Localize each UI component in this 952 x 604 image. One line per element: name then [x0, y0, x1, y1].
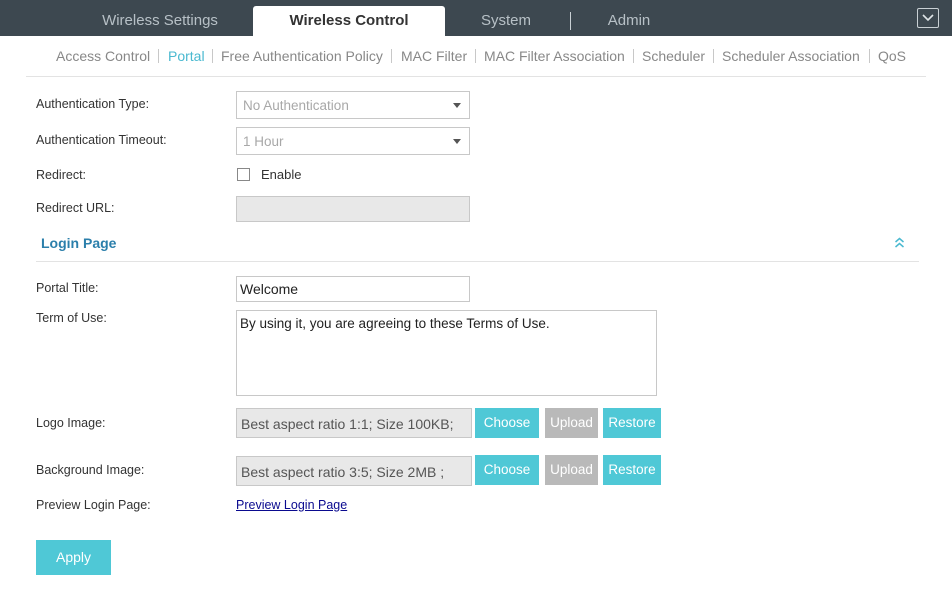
dropdown-arrow-icon [453, 139, 461, 144]
auth-timeout-value: 1 Hour [243, 134, 284, 149]
auth-type-value: No Authentication [243, 98, 349, 113]
tab-divider [570, 12, 571, 30]
portal-title-label: Portal Title: [36, 281, 99, 295]
redirect-label: Redirect: [36, 168, 87, 182]
subnav-mac-filter[interactable]: MAC Filter [401, 48, 467, 64]
subnav-divider [391, 49, 392, 63]
sub-navigation: Access Control Portal Free Authenticatio… [0, 36, 952, 76]
background-restore-button[interactable]: Restore [603, 455, 661, 485]
tab-wireless-control[interactable]: Wireless Control [253, 6, 445, 36]
subnav-divider [869, 49, 870, 63]
login-page-section-title: Login Page [41, 235, 117, 251]
subnav-divider [158, 49, 159, 63]
background-image-hint: Best aspect ratio 3:5; Size 2MB ; [241, 464, 445, 480]
background-upload-button[interactable]: Upload [545, 455, 598, 485]
redirect-enable-checkbox[interactable] [237, 168, 250, 181]
logo-image-file-field: Best aspect ratio 1:1; Size 100KB; [236, 408, 472, 438]
subnav-divider-line [26, 76, 926, 77]
auth-timeout-select[interactable]: 1 Hour [236, 127, 470, 155]
logo-upload-button[interactable]: Upload [545, 408, 598, 438]
subnav-divider [212, 49, 213, 63]
tab-admin[interactable]: Admin [589, 6, 669, 36]
logo-restore-button[interactable]: Restore [603, 408, 661, 438]
subnav-portal[interactable]: Portal [168, 48, 205, 64]
logo-image-label: Logo Image: [36, 416, 106, 430]
subnav-access-control[interactable]: Access Control [56, 48, 150, 64]
background-image-label: Background Image: [36, 463, 145, 477]
tab-wireless-settings[interactable]: Wireless Settings [70, 6, 250, 36]
auth-type-select[interactable]: No Authentication [236, 91, 470, 119]
menu-dropdown-button[interactable] [917, 8, 939, 28]
term-of-use-textarea[interactable]: By using it, you are agreeing to these T… [236, 310, 657, 396]
auth-type-label: Authentication Type: [36, 97, 150, 111]
subnav-divider [713, 49, 714, 63]
preview-login-page-link[interactable]: Preview Login Page [236, 498, 347, 512]
portal-title-input[interactable] [236, 276, 470, 302]
section-divider [36, 261, 919, 262]
background-image-file-field: Best aspect ratio 3:5; Size 2MB ; [236, 456, 472, 486]
subnav-mac-filter-association[interactable]: MAC Filter Association [484, 48, 625, 64]
logo-image-hint: Best aspect ratio 1:1; Size 100KB; [241, 416, 454, 432]
subnav-divider [633, 49, 634, 63]
subnav-scheduler[interactable]: Scheduler [642, 48, 705, 64]
redirect-url-input [236, 196, 470, 222]
chevron-down-icon [922, 14, 934, 22]
tab-system[interactable]: System [456, 6, 556, 36]
top-navigation-bar: Wireless Settings Wireless Control Syste… [0, 0, 952, 36]
subnav-qos[interactable]: QoS [878, 48, 906, 64]
logo-choose-button[interactable]: Choose [475, 408, 539, 438]
redirect-enable-label[interactable]: Enable [261, 167, 301, 182]
subnav-free-authentication-policy[interactable]: Free Authentication Policy [221, 48, 383, 64]
background-choose-button[interactable]: Choose [475, 455, 539, 485]
double-chevron-up-icon[interactable] [894, 237, 905, 249]
auth-timeout-label: Authentication Timeout: [36, 133, 167, 147]
subnav-divider [475, 49, 476, 63]
redirect-url-label: Redirect URL: [36, 201, 115, 215]
apply-button[interactable]: Apply [36, 540, 111, 575]
term-of-use-label: Term of Use: [36, 311, 107, 325]
subnav-scheduler-association[interactable]: Scheduler Association [722, 48, 860, 64]
dropdown-arrow-icon [453, 103, 461, 108]
preview-login-page-label: Preview Login Page: [36, 498, 151, 512]
